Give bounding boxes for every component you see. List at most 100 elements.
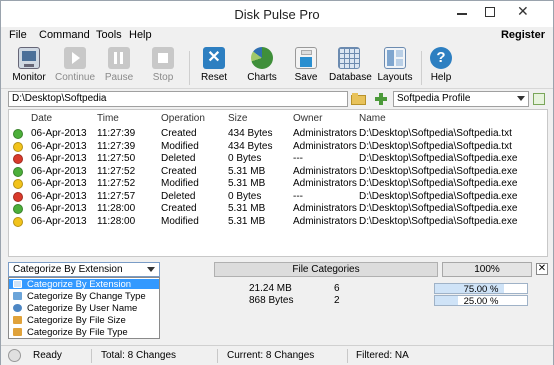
option-label: Categorize By User Name bbox=[27, 303, 138, 314]
help-icon: ? bbox=[430, 47, 452, 69]
option-by-change-type[interactable]: Categorize By Change Type bbox=[9, 291, 159, 302]
chevron-down-icon bbox=[147, 267, 155, 272]
path-input[interactable]: D:\Desktop\Softpedia bbox=[8, 91, 348, 107]
column-size[interactable]: Size bbox=[228, 113, 247, 124]
change-type-icon bbox=[13, 292, 22, 300]
layouts-icon bbox=[384, 47, 406, 69]
menu-command[interactable]: Command bbox=[39, 29, 90, 41]
table-row[interactable]: 06-Apr-2013 11:27:52 Modified 5.31 MB Admini… bbox=[9, 178, 547, 190]
option-label: Categorize By File Type bbox=[27, 327, 128, 338]
pie-chart-icon bbox=[251, 47, 273, 69]
category-percent-bar: 75.00 % bbox=[434, 283, 528, 295]
cell-size: 434 Bytes bbox=[228, 140, 273, 152]
profile-options-icon[interactable] bbox=[533, 93, 545, 105]
folder-icon[interactable] bbox=[351, 92, 367, 106]
save-label: Save bbox=[294, 72, 318, 83]
menu-help[interactable]: Help bbox=[129, 29, 152, 41]
option-by-file-size[interactable]: Categorize By File Size bbox=[9, 315, 159, 326]
cell-owner: Administrators bbox=[293, 165, 357, 177]
minimize-icon[interactable] bbox=[457, 13, 467, 15]
category-count: 6 bbox=[334, 283, 340, 294]
status-divider bbox=[217, 349, 218, 363]
reset-label: Reset bbox=[200, 72, 228, 83]
table-row[interactable]: 06-Apr-2013 11:27:57 Deleted 0 Bytes --- D:\D… bbox=[9, 191, 547, 203]
profile-select[interactable]: Softpedia Profile bbox=[393, 91, 529, 107]
status-bar: Ready Total: 8 Changes Current: 8 Change… bbox=[1, 345, 553, 365]
title-bar: Disk Pulse Pro ✕ bbox=[1, 1, 553, 27]
close-icon[interactable]: ✕ bbox=[517, 3, 529, 20]
charts-label: Charts bbox=[247, 72, 277, 83]
stop-button[interactable]: Stop bbox=[143, 47, 183, 89]
status-dot-icon bbox=[13, 141, 23, 152]
option-by-user-name[interactable]: Categorize By User Name bbox=[9, 303, 159, 314]
categorize-select-value: Categorize By Extension bbox=[13, 264, 123, 275]
stop-label: Stop bbox=[152, 72, 174, 83]
status-dot-icon bbox=[13, 129, 23, 139]
cell-operation: Deleted bbox=[161, 190, 196, 202]
toolbar-separator bbox=[189, 51, 190, 85]
menu-file[interactable]: File bbox=[9, 29, 27, 41]
column-time[interactable]: Time bbox=[97, 113, 119, 124]
categorize-select[interactable]: Categorize By Extension bbox=[8, 262, 160, 277]
cell-operation: Created bbox=[161, 128, 197, 139]
database-button[interactable]: Database bbox=[329, 47, 372, 89]
cell-operation: Modified bbox=[161, 178, 199, 189]
cell-operation: Deleted bbox=[161, 153, 196, 164]
cell-date: 06-Apr-2013 bbox=[31, 190, 87, 202]
reset-button[interactable]: ✕ Reset bbox=[194, 47, 234, 89]
pause-button[interactable]: Pause bbox=[99, 47, 139, 89]
cell-time: 11:27:50 bbox=[97, 153, 136, 164]
table-row[interactable]: 06-Apr-2013 11:27:39 Created 434 Bytes Admin… bbox=[9, 128, 547, 140]
table-row[interactable]: 06-Apr-2013 11:27:39 Modified 434 Bytes Admi… bbox=[9, 141, 547, 153]
extension-icon bbox=[13, 280, 22, 288]
pause-icon bbox=[108, 47, 130, 69]
cell-time: 11:27:39 bbox=[97, 140, 136, 152]
option-by-extension[interactable]: Categorize By Extension bbox=[9, 279, 159, 290]
play-icon bbox=[64, 47, 86, 69]
status-divider bbox=[91, 349, 92, 363]
monitor-button[interactable]: Monitor bbox=[9, 47, 49, 89]
status-icon bbox=[8, 349, 21, 362]
layouts-button[interactable]: Layouts bbox=[375, 47, 415, 89]
database-icon bbox=[338, 47, 360, 69]
app-window: Disk Pulse Pro ✕ File Command Tools Help… bbox=[0, 0, 554, 365]
help-button[interactable]: ? Help bbox=[421, 47, 461, 89]
table-row[interactable]: 06-Apr-2013 11:28:00 Modified 5.31 MB Admini… bbox=[9, 216, 547, 228]
cell-time: 11:27:57 bbox=[97, 190, 136, 202]
table-row[interactable]: 06-Apr-2013 11:27:50 Deleted 0 Bytes --- D:\D… bbox=[9, 153, 547, 165]
monitor-label: Monitor bbox=[12, 72, 46, 83]
total-percent-header: 100% bbox=[442, 262, 532, 277]
register-link[interactable]: Register bbox=[501, 29, 545, 41]
cell-owner: Administrators bbox=[293, 140, 357, 152]
table-row[interactable]: 06-Apr-2013 11:27:52 Created 5.31 MB Adminis… bbox=[9, 166, 547, 178]
status-divider bbox=[347, 349, 348, 363]
category-size: 21.24 MB bbox=[249, 283, 292, 294]
path-bar: D:\Desktop\Softpedia Softpedia Profile bbox=[1, 89, 553, 109]
cell-name: D:\Desktop\Softpedia\Softpedia.exe bbox=[359, 165, 518, 177]
cell-size: 0 Bytes bbox=[228, 153, 262, 164]
column-operation[interactable]: Operation bbox=[161, 113, 205, 124]
column-name[interactable]: Name bbox=[359, 113, 386, 124]
cell-size: 434 Bytes bbox=[228, 128, 273, 139]
continue-button[interactable]: Continue bbox=[55, 47, 95, 89]
save-button[interactable]: Save bbox=[286, 47, 326, 89]
menu-tools[interactable]: Tools bbox=[96, 29, 122, 41]
category-size: 868 Bytes bbox=[249, 295, 294, 306]
cell-time: 11:27:52 bbox=[97, 178, 136, 189]
cell-date: 06-Apr-2013 bbox=[31, 178, 87, 189]
cell-operation: Modified bbox=[161, 215, 199, 227]
table-header: Date Time Operation Size Owner Name bbox=[9, 110, 547, 127]
changes-table: Date Time Operation Size Owner Name 06-A… bbox=[8, 109, 548, 257]
option-by-file-type[interactable]: Categorize By File Type bbox=[9, 327, 159, 338]
column-owner[interactable]: Owner bbox=[293, 113, 322, 124]
charts-button[interactable]: Charts bbox=[242, 47, 282, 89]
close-panel-icon[interactable]: ✕ bbox=[536, 263, 548, 275]
table-row[interactable]: 06-Apr-2013 11:28:00 Created 5.31 MB Adminis… bbox=[9, 203, 547, 215]
cell-time: 11:27:39 bbox=[97, 128, 136, 139]
window-title: Disk Pulse Pro bbox=[234, 7, 320, 22]
column-date[interactable]: Date bbox=[31, 113, 52, 124]
cell-name: D:\Desktop\Softpedia\Softpedia.txt bbox=[359, 128, 512, 139]
add-profile-icon[interactable] bbox=[373, 91, 389, 107]
maximize-icon[interactable] bbox=[485, 7, 495, 17]
monitor-icon bbox=[18, 47, 40, 69]
